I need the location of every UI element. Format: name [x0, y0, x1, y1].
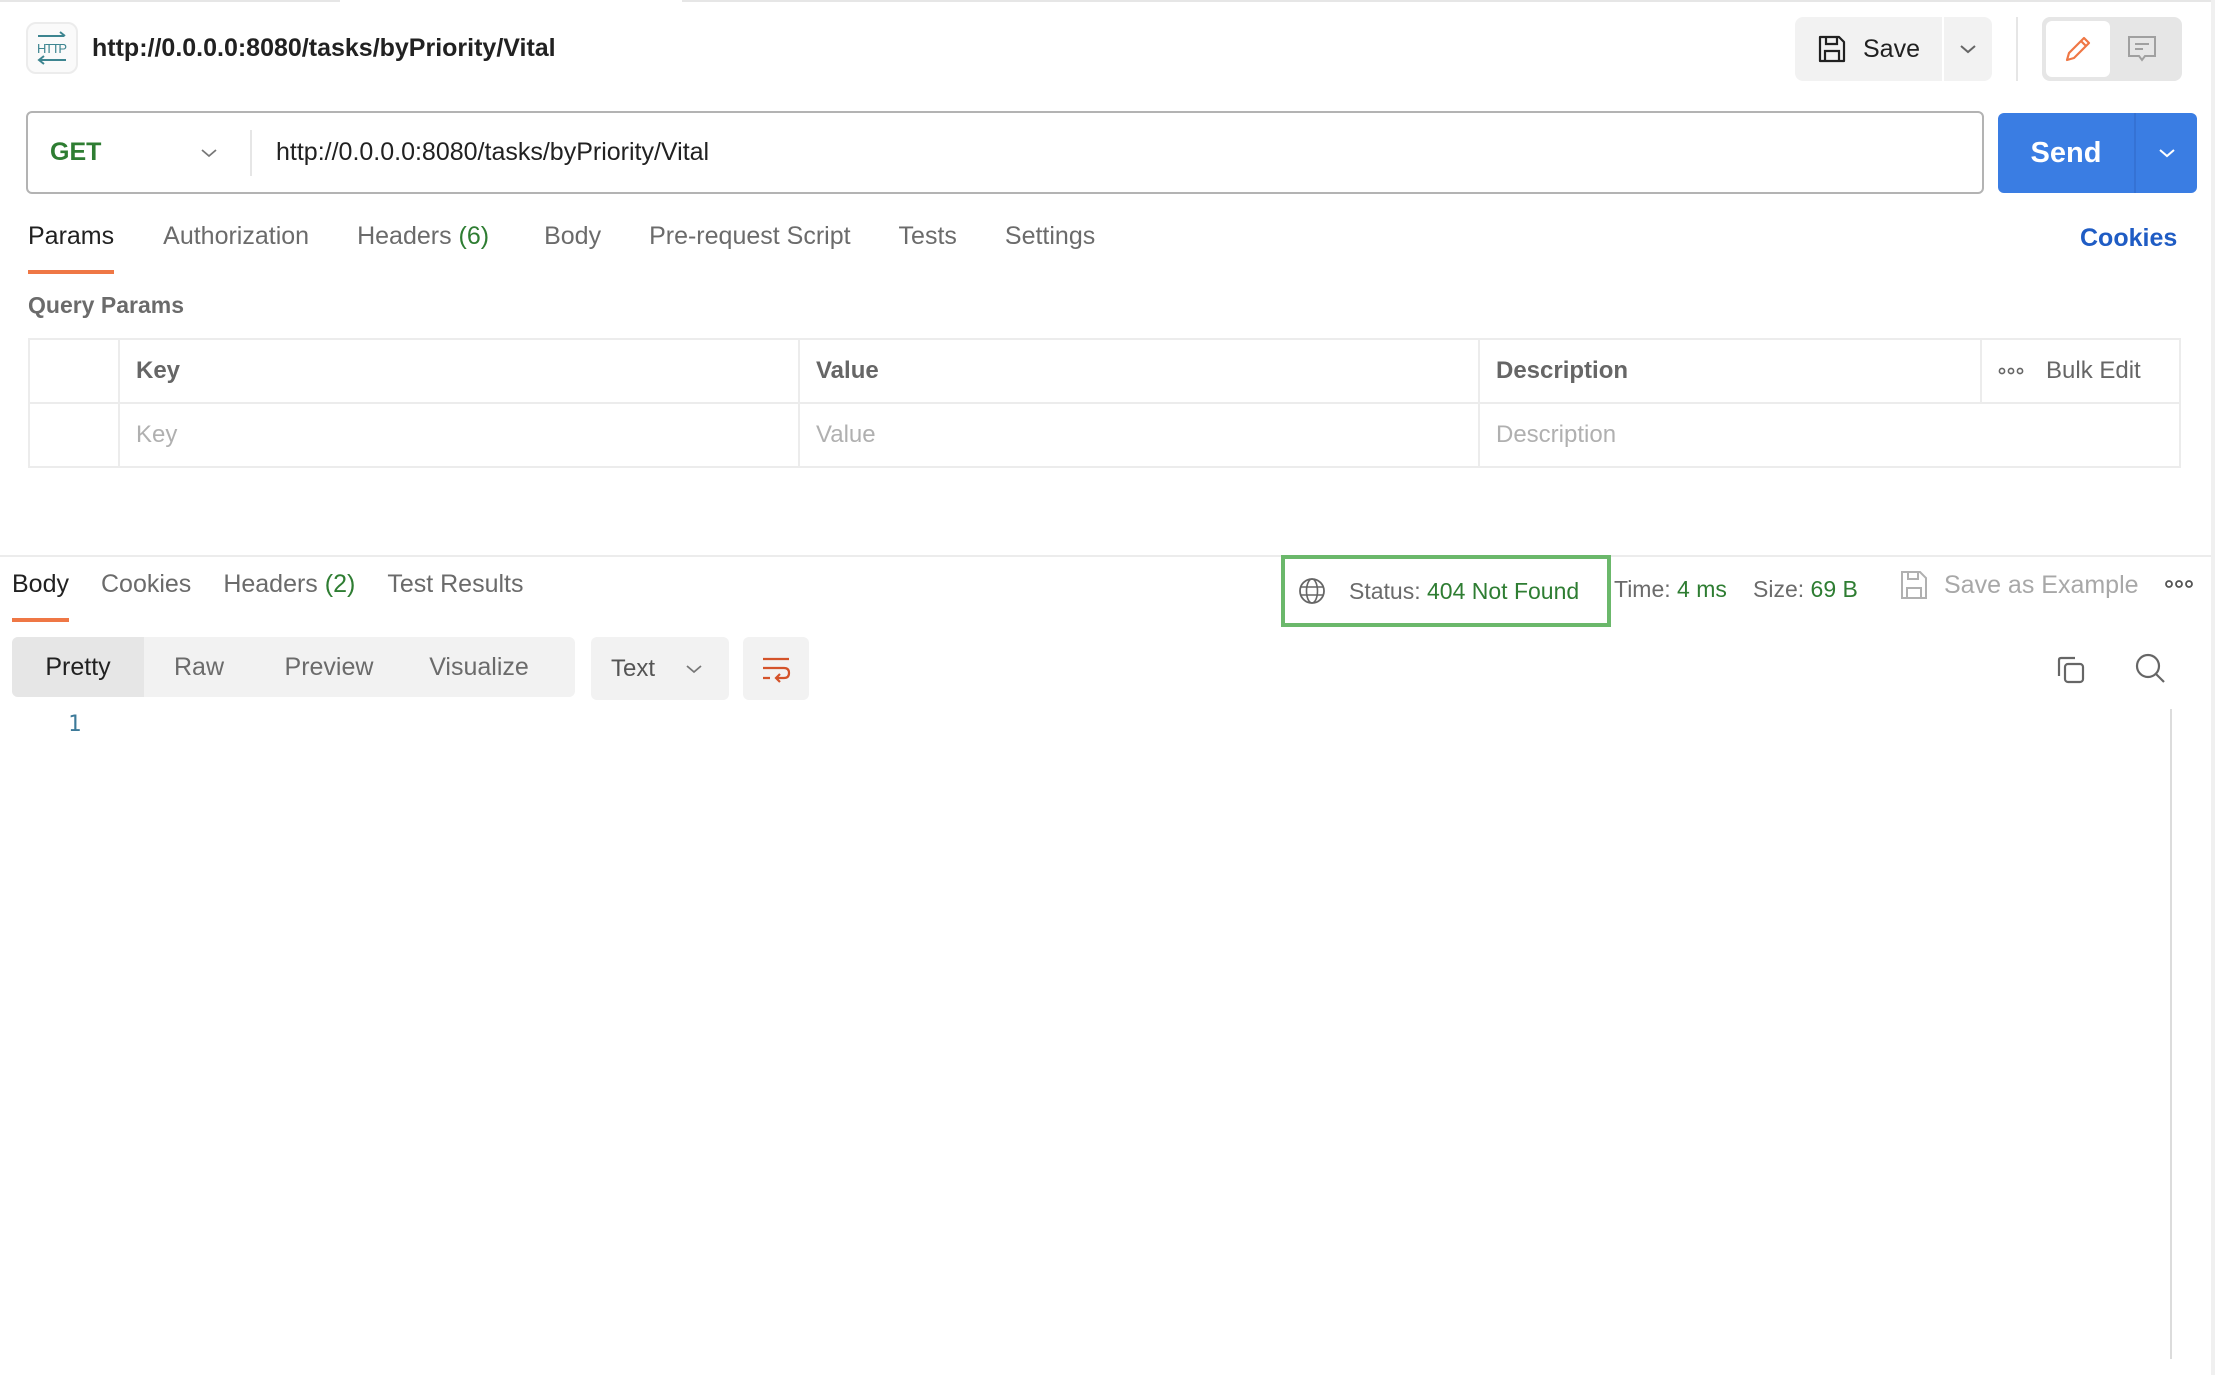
- query-params-table: Key Value Description Bulk Edit Key Valu…: [28, 338, 2181, 468]
- save-options-button[interactable]: [1944, 17, 1992, 81]
- tab-body[interactable]: Body: [544, 222, 601, 274]
- send-button[interactable]: Send: [1998, 113, 2134, 193]
- format-selector: Pretty Raw Preview Visualize: [12, 637, 575, 697]
- globe-icon[interactable]: [1297, 576, 1327, 606]
- request-title[interactable]: http://0.0.0.0:8080/tasks/byPriority/Vit…: [92, 34, 556, 63]
- row-checkbox-cell: [28, 402, 120, 468]
- size-readout[interactable]: Size: 69 B: [1753, 576, 1858, 603]
- request-header: HTTP http://0.0.0.0:8080/tasks/byPriorit…: [26, 22, 556, 74]
- checkbox-column: [28, 338, 120, 404]
- window-scrollbar[interactable]: [2211, 0, 2215, 1375]
- save-icon: [1901, 571, 1927, 599]
- column-header-description: Description: [1478, 338, 1982, 404]
- size-value: 69 B: [1810, 576, 1858, 602]
- table-row: Key Value Description: [28, 402, 2181, 468]
- response-tab-body[interactable]: Body: [12, 570, 69, 622]
- tab-authorization[interactable]: Authorization: [163, 222, 309, 274]
- send-options-button[interactable]: [2134, 113, 2197, 193]
- http-icon: HTTP: [26, 22, 78, 74]
- request-tabs: Params Authorization Headers (6) Body Pr…: [28, 222, 1095, 274]
- search-icon[interactable]: [2134, 652, 2168, 686]
- value-input[interactable]: Value: [798, 402, 1480, 468]
- table-actions: Bulk Edit: [1980, 338, 2181, 404]
- tab-params[interactable]: Params: [28, 222, 115, 274]
- save-label: Save: [1863, 34, 1920, 63]
- response-tab-cookies[interactable]: Cookies: [101, 570, 191, 622]
- format-preview[interactable]: Preview: [254, 637, 404, 697]
- more-options-icon[interactable]: [2164, 578, 2194, 590]
- time-readout[interactable]: Time: 4 ms: [1614, 576, 1727, 603]
- url-bar: GET: [26, 111, 1984, 194]
- edit-mode-button[interactable]: [2046, 21, 2110, 77]
- save-as-example-button[interactable]: Save as Example: [1900, 570, 2139, 600]
- chevron-down-icon: [201, 148, 217, 157]
- headers-count: (6): [458, 222, 490, 250]
- save-icon: [1818, 35, 1846, 63]
- url-input[interactable]: [252, 113, 1982, 192]
- wrap-lines-button[interactable]: [743, 637, 809, 700]
- status-readout[interactable]: Status: 404 Not Found: [1349, 578, 1579, 605]
- format-pretty[interactable]: Pretty: [12, 637, 144, 697]
- editor-scrollbar[interactable]: [2170, 709, 2172, 1359]
- svg-text:HTTP: HTTP: [37, 41, 67, 56]
- top-border: [0, 0, 340, 2]
- bulk-edit-link[interactable]: Bulk Edit: [2046, 357, 2141, 385]
- method-select[interactable]: GET: [28, 113, 250, 192]
- language-select[interactable]: Text: [591, 637, 729, 700]
- pane-divider[interactable]: [0, 555, 2211, 557]
- language-value: Text: [611, 654, 656, 682]
- key-input[interactable]: Key: [118, 402, 800, 468]
- wrap-lines-icon: [763, 657, 791, 683]
- line-number: 1: [68, 712, 82, 737]
- tab-tests[interactable]: Tests: [899, 222, 957, 274]
- format-raw[interactable]: Raw: [144, 637, 254, 697]
- column-header-value: Value: [798, 338, 1480, 404]
- headers-count: (2): [324, 570, 356, 598]
- mode-toggle: [2042, 17, 2182, 81]
- chevron-down-icon: [686, 664, 702, 673]
- format-visualize[interactable]: Visualize: [404, 637, 554, 697]
- time-value: 4 ms: [1677, 576, 1727, 602]
- save-button-group: Save: [1795, 17, 1992, 81]
- tab-headers[interactable]: Headers (6): [357, 222, 489, 274]
- more-options-icon[interactable]: [1998, 367, 2024, 375]
- method-value: GET: [50, 138, 102, 166]
- status-highlight: Status: 404 Not Found: [1281, 555, 1611, 627]
- tab-settings[interactable]: Settings: [1005, 222, 1095, 274]
- description-input[interactable]: Description: [1478, 402, 2181, 468]
- save-button[interactable]: Save: [1795, 17, 1942, 81]
- divider: [2016, 17, 2018, 81]
- cookies-link[interactable]: Cookies: [2080, 224, 2177, 253]
- copy-icon[interactable]: [2055, 654, 2087, 686]
- column-header-key: Key: [118, 338, 800, 404]
- query-params-label: Query Params: [28, 292, 184, 318]
- chevron-down-icon: [2158, 149, 2175, 158]
- pencil-icon: [2065, 36, 2091, 62]
- chevron-down-icon: [1960, 45, 1976, 54]
- table-header-row: Key Value Description Bulk Edit: [28, 338, 2181, 404]
- comments-button[interactable]: [2110, 21, 2174, 77]
- send-button-group: Send: [1998, 113, 2197, 193]
- response-tab-test-results[interactable]: Test Results: [387, 570, 523, 622]
- tab-pre-request-script[interactable]: Pre-request Script: [649, 222, 850, 274]
- response-tab-headers[interactable]: Headers (2): [223, 570, 355, 622]
- status-value: 404 Not Found: [1427, 577, 1580, 604]
- top-border: [682, 0, 2215, 2]
- comment-icon: [2128, 36, 2156, 62]
- response-tabs: Body Cookies Headers (2) Test Results: [12, 570, 524, 622]
